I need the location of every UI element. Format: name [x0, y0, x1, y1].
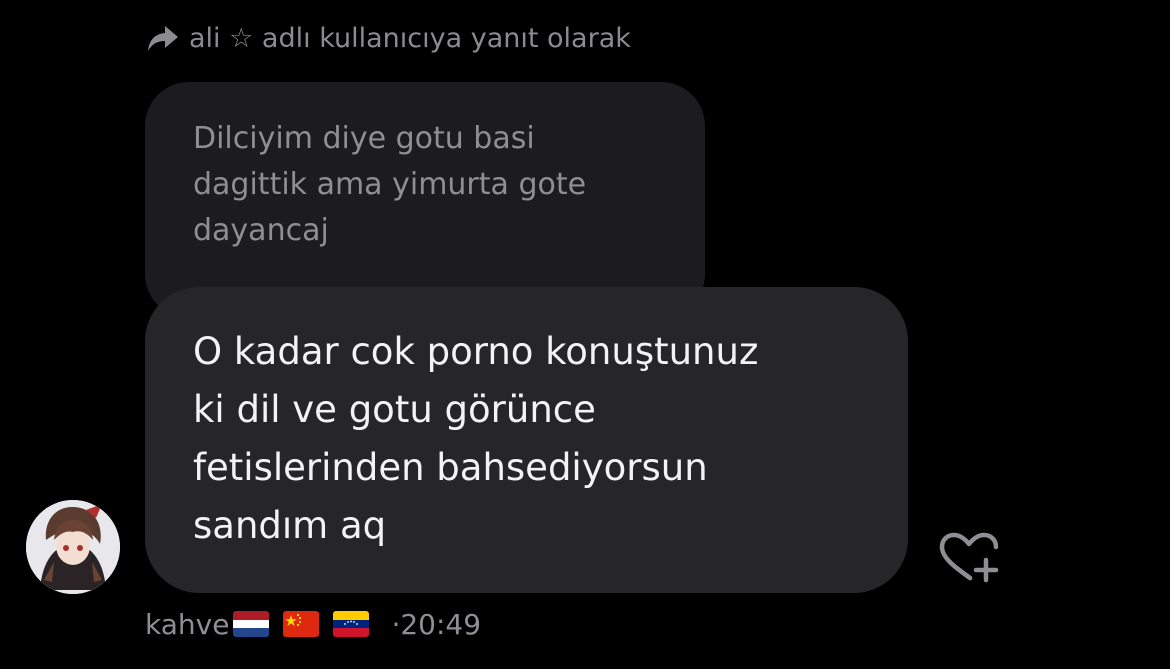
- quoted-message-bubble[interactable]: Dilciyim diye gotu basi dagittik ama yim…: [145, 82, 705, 318]
- message-meta: kahve · 20:49: [145, 602, 481, 646]
- meta-separator: ·: [391, 607, 401, 641]
- timestamp: 20:49: [400, 607, 482, 641]
- message-bubble[interactable]: O kadar cok porno konuştunuz ki dil ve g…: [145, 287, 908, 593]
- message-text: O kadar cok porno konuştunuz ki dil ve g…: [193, 330, 759, 547]
- netherlands-flag-icon: [233, 611, 270, 637]
- reply-arrow-icon: [148, 26, 178, 51]
- avatar-image: [26, 500, 120, 594]
- heart-plus-icon[interactable]: [936, 530, 1002, 586]
- china-flag-icon: [283, 611, 320, 637]
- reply-header: ali ☆ adlı kullanıcıya yanıt olarak: [145, 18, 631, 58]
- avatar[interactable]: [26, 500, 120, 594]
- quoted-message-text: Dilciyim diye gotu basi dagittik ama yim…: [193, 121, 587, 248]
- reply-header-text: ali ☆ adlı kullanıcıya yanıt olarak: [189, 22, 631, 54]
- venezuela-flag-icon: [333, 611, 370, 637]
- chat-screen: ali ☆ adlı kullanıcıya yanıt olarak Dilc…: [0, 0, 1170, 669]
- sender-name[interactable]: kahve: [145, 608, 229, 641]
